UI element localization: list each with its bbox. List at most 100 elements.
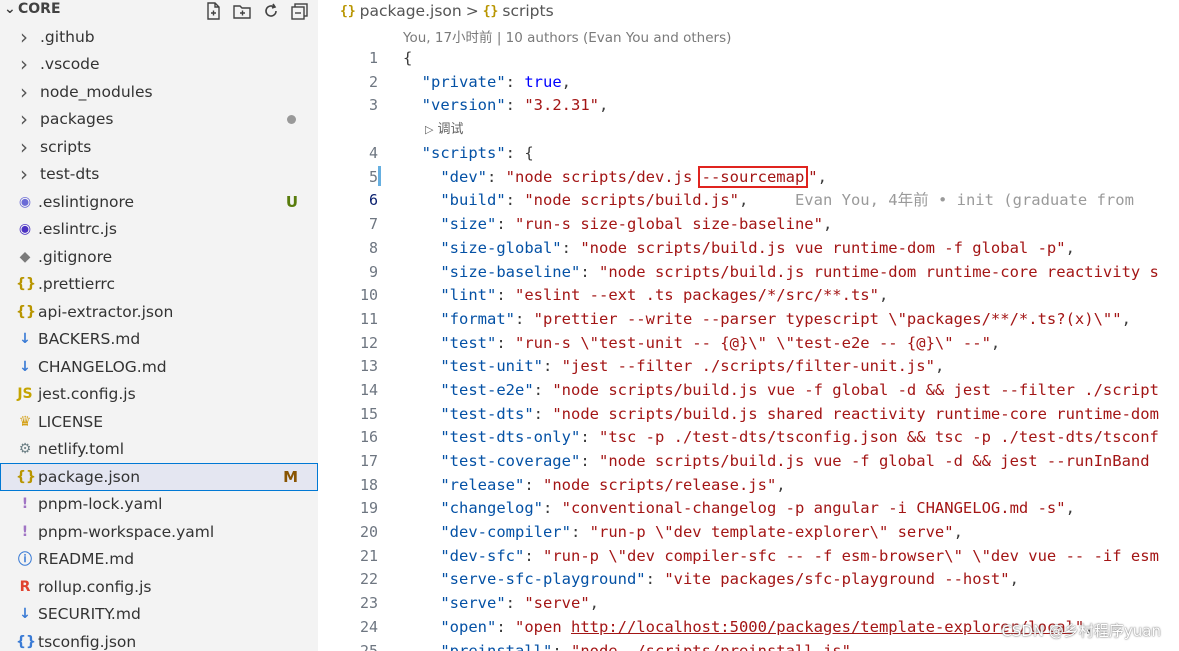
code-line[interactable]: "test-dts-only": "tsc -p ./test-dts/tsco… bbox=[403, 426, 1179, 450]
code-line[interactable]: "preinstall": "node ./scripts/preinstall… bbox=[403, 640, 1179, 651]
file-item[interactable]: ⚙ netlify.toml bbox=[0, 436, 318, 464]
code-line[interactable]: "size-baseline": "node scripts/build.js … bbox=[403, 261, 1179, 285]
code-line[interactable]: "changelog": "conventional-changelog -p … bbox=[403, 497, 1179, 521]
file-type-icon: ! bbox=[21, 496, 29, 513]
folder-item[interactable]: › packages bbox=[0, 106, 318, 134]
code-line[interactable]: "test-unit": "jest --filter ./scripts/fi… bbox=[403, 355, 1179, 379]
file-tree-label: LICENSE bbox=[38, 412, 104, 431]
file-type-icon: ! bbox=[21, 523, 29, 540]
code-line[interactable]: "dev-compiler": "run-p \"dev template-ex… bbox=[403, 521, 1179, 545]
file-item[interactable]: ↓ BACKERS.md bbox=[0, 326, 318, 354]
json-value: "jest --filter ./scripts/filter-unit.js" bbox=[561, 357, 935, 376]
file-type-icon: ◉ bbox=[18, 193, 32, 210]
file-tree-label: SECURITY.md bbox=[38, 605, 141, 624]
json-key: "serve" bbox=[440, 594, 506, 613]
code-line[interactable]: "build": "node scripts/build.js", Evan Y… bbox=[403, 189, 1179, 213]
file-type-icon: ◆ bbox=[19, 248, 31, 265]
file-item[interactable]: ↓ CHANGELOG.md bbox=[0, 353, 318, 381]
folder-item[interactable]: › scripts bbox=[0, 133, 318, 161]
file-item[interactable]: ! pnpm-lock.yaml bbox=[0, 491, 318, 519]
file-tree-label: BACKERS.md bbox=[38, 330, 141, 349]
file-item[interactable]: ⓘ README.md bbox=[0, 546, 318, 574]
explorer-section-title[interactable]: ⌄ CORE bbox=[4, 1, 61, 17]
line-number: 17 bbox=[359, 452, 378, 470]
file-item[interactable]: JS jest.config.js bbox=[0, 381, 318, 409]
code-line[interactable]: "size": "run-s size-global size-baseline… bbox=[403, 213, 1179, 237]
json-value: "node ./scripts/preinstall.js" bbox=[570, 641, 851, 651]
code-line[interactable]: "serve": "serve", bbox=[403, 592, 1179, 616]
file-item[interactable]: ♛ LICENSE bbox=[0, 408, 318, 436]
json-value: "serve" bbox=[524, 594, 590, 613]
code-line[interactable]: "private": true, bbox=[403, 71, 1179, 95]
breadcrumb-file[interactable]: package.json bbox=[360, 2, 462, 20]
debug-code-lens[interactable]: ▷ 调试 bbox=[403, 118, 1179, 142]
json-file-icon: {} bbox=[340, 3, 356, 19]
collapse-all-icon[interactable] bbox=[290, 1, 310, 21]
line-number: 6 bbox=[368, 191, 378, 210]
refresh-icon[interactable] bbox=[261, 1, 281, 21]
file-item[interactable]: ◉ .eslintrc.js bbox=[0, 216, 318, 244]
file-type-icon: R bbox=[19, 578, 31, 595]
url-link[interactable]: http://localhost:5000/packages/template-… bbox=[571, 618, 1075, 636]
code-line[interactable]: "test-dts": "node scripts/build.js share… bbox=[403, 403, 1179, 427]
file-item[interactable]: Rrollup.config.js bbox=[0, 573, 318, 601]
git-blame-header[interactable]: You, 17小时前 | 10 authors (Evan You and ot… bbox=[403, 26, 731, 46]
code-line[interactable]: "dev": "node scripts/dev.js --sourcemap "… bbox=[403, 165, 1179, 190]
file-tree-label: node_modules bbox=[40, 82, 153, 101]
code-line[interactable]: { bbox=[403, 47, 1179, 71]
folder-item[interactable]: › test-dts bbox=[0, 161, 318, 189]
code-line[interactable]: "dev-sfc": "run-p \"dev compiler-sfc -- … bbox=[403, 545, 1179, 569]
code-line[interactable]: "version": "3.2.31", bbox=[403, 94, 1179, 118]
file-tree-label: .gitignore bbox=[38, 247, 113, 266]
code-line[interactable]: "scripts": { bbox=[403, 142, 1179, 166]
editor-pane: {} package.json > {} scripts You, 17小时前 … bbox=[318, 0, 1179, 651]
file-item[interactable]: {} package.json M bbox=[0, 463, 318, 491]
file-type-icon: ↓ bbox=[19, 606, 31, 623]
breadcrumb-symbol[interactable]: scripts bbox=[502, 2, 553, 20]
git-status-dot bbox=[287, 114, 296, 124]
file-type-icon: {} bbox=[16, 276, 36, 293]
file-tree-label: README.md bbox=[38, 550, 135, 569]
json-key: "dev" bbox=[440, 167, 487, 186]
file-item[interactable]: {} api-extractor.json bbox=[0, 298, 318, 326]
file-item[interactable]: ! pnpm-workspace.yaml bbox=[0, 518, 318, 546]
folder-item[interactable]: › .vscode bbox=[0, 51, 318, 79]
code-line[interactable]: "test-e2e": "node scripts/build.js vue -… bbox=[403, 379, 1179, 403]
file-type-icon: ⚙ bbox=[18, 441, 32, 458]
folder-item[interactable]: › .github bbox=[0, 23, 318, 51]
code-line[interactable]: "release": "node scripts/release.js", bbox=[403, 474, 1179, 498]
line-number: 18 bbox=[359, 475, 378, 494]
folder-item[interactable]: › node_modules bbox=[0, 78, 318, 106]
inline-git-blame[interactable]: Evan You, 4年前 • init (graduate from bbox=[748, 191, 1134, 209]
file-tree-label: packages bbox=[40, 110, 114, 129]
new-file-icon[interactable] bbox=[203, 1, 223, 21]
file-item[interactable]: ↓ SECURITY.md bbox=[0, 601, 318, 629]
code-area[interactable]: { "private": true, "version": "3.2.31", ▷… bbox=[403, 47, 1179, 651]
explorer-sidebar: ⌄ CORE › .github › .vscode › node_modules › pack… bbox=[0, 0, 318, 651]
json-value: "tsc -p ./test-dts/tsconfig.json && tsc … bbox=[598, 428, 1159, 447]
code-line[interactable]: "test": "run-s \"test-unit -- {@}\" \"te… bbox=[403, 332, 1179, 356]
chevron-right-icon: › bbox=[20, 52, 28, 77]
file-item[interactable]: ◆ .gitignore bbox=[0, 243, 318, 271]
code-line[interactable]: "test-coverage": "node scripts/build.js … bbox=[403, 450, 1179, 474]
file-tree-label: scripts bbox=[40, 137, 92, 156]
file-item[interactable]: {} .prettierrc bbox=[0, 271, 318, 299]
line-number: 3 bbox=[368, 96, 378, 115]
line-number: 20 bbox=[359, 523, 378, 542]
file-type-icon: {} bbox=[16, 633, 36, 650]
file-tree-label: package.json bbox=[38, 467, 141, 486]
modified-line-indicator[interactable] bbox=[378, 166, 381, 186]
new-folder-icon[interactable] bbox=[232, 1, 252, 21]
code-line[interactable]: "format": "prettier --write --parser typ… bbox=[403, 308, 1179, 332]
code-line[interactable]: "lint": "eslint --ext .ts packages/*/src… bbox=[403, 284, 1179, 308]
json-value: "node scripts/build.js vue runtime-dom -… bbox=[580, 238, 1066, 257]
file-tree-label: .vscode bbox=[40, 55, 100, 74]
code-line[interactable]: "serve-sfc-playground": "vite packages/s… bbox=[403, 568, 1179, 592]
json-value: "node scripts/build.js runtime-dom runti… bbox=[598, 262, 1159, 281]
file-item[interactable]: {} tsconfig.json bbox=[0, 628, 318, 651]
file-item[interactable]: ◉ .eslintignore U bbox=[0, 188, 318, 216]
json-value: "run-s size-global size-baseline" bbox=[515, 215, 823, 234]
json-key: "dev-compiler" bbox=[440, 523, 571, 542]
code-line[interactable]: "size-global": "node scripts/build.js vu… bbox=[403, 237, 1179, 261]
file-type-icon: ↓ bbox=[19, 331, 31, 348]
